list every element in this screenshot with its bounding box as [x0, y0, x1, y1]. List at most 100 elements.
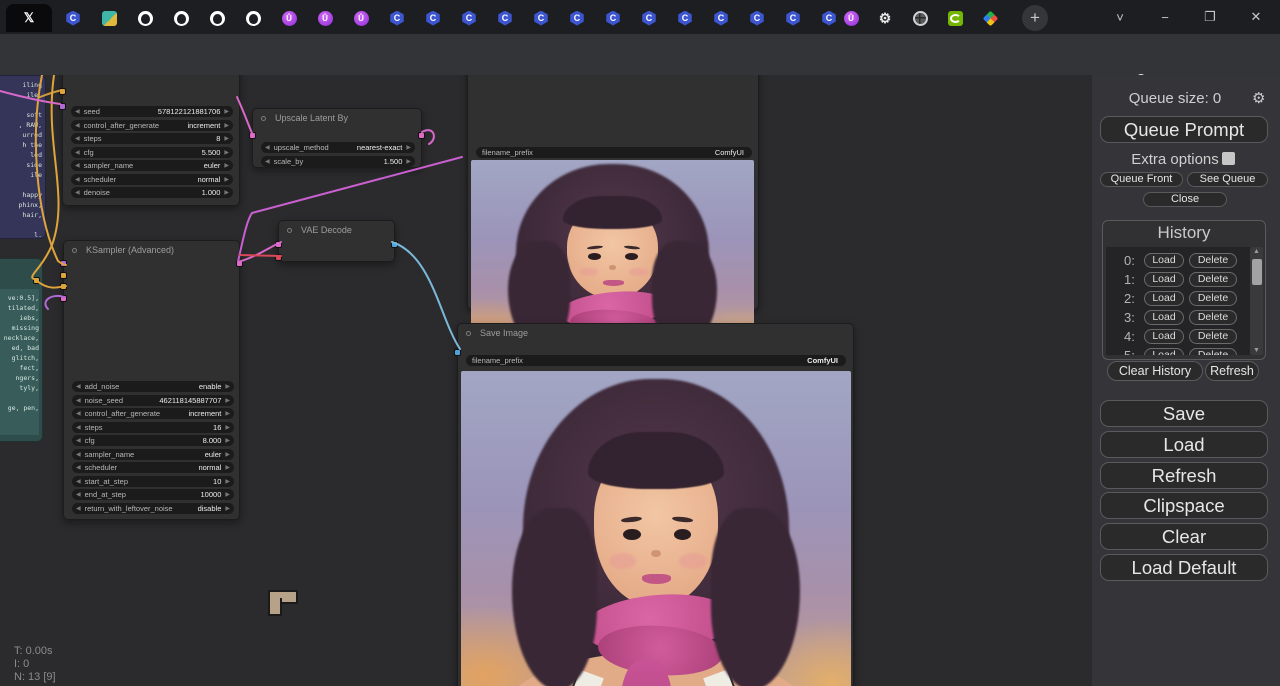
node-clip-text-encode-negative[interactable]: ve:0.5], tilated, iebs, missing necklace…	[0, 258, 43, 442]
history-load-button[interactable]: Load	[1144, 329, 1184, 344]
widget-cfg[interactable]: ◀cfg8.000▶	[72, 435, 234, 446]
tab-globe[interactable]	[903, 4, 937, 32]
node-ksampler[interactable]: ◀seed578122121881706▶ ◀control_after_gen…	[62, 75, 240, 206]
tab-comfyui[interactable]: C	[632, 4, 666, 32]
clipspace-button[interactable]: Clipspace	[1100, 492, 1268, 519]
node-ksampler-advanced[interactable]: KSampler (Advanced) ◀add_noiseenable▶ ◀n…	[63, 240, 240, 520]
widget-control-after-generate[interactable]: ◀control_after_generateincrement▶	[72, 408, 234, 419]
history-delete-button[interactable]: Delete	[1189, 329, 1237, 344]
tab-settings[interactable]: ⚙	[868, 4, 902, 32]
history-load-button[interactable]: Load	[1144, 348, 1184, 355]
widget-cfg[interactable]: ◀cfg5.500▶	[71, 147, 233, 158]
widget-sampler-name[interactable]: ◀sampler_nameeuler▶	[72, 449, 234, 460]
menu-settings-gear-icon[interactable]: ⚙	[1252, 89, 1265, 107]
window-minimize-button[interactable]: −	[1145, 0, 1185, 34]
widget-start-at-step[interactable]: ◀start_at_step10▶	[72, 476, 234, 487]
input-slot-model[interactable]	[60, 260, 67, 267]
input-slot-images[interactable]	[454, 349, 461, 356]
tab-github[interactable]	[128, 4, 162, 32]
node-graph-canvas[interactable]: iling ile, soft , RAW, urred h the led s…	[0, 75, 1092, 686]
window-restore-button[interactable]: ❐	[1190, 0, 1230, 34]
see-queue-button[interactable]: See Queue	[1187, 172, 1268, 187]
clear-history-button[interactable]: Clear History	[1107, 361, 1203, 381]
node-save-image[interactable]: Save Image filename_prefixComfyUI	[457, 323, 854, 686]
browser-menu-chevron[interactable]: ˅	[1100, 0, 1140, 34]
window-close-button[interactable]: ✕	[1236, 0, 1276, 34]
history-delete-button[interactable]: Delete	[1189, 272, 1237, 287]
tab-comfyui[interactable]: C	[56, 4, 90, 32]
input-slot-negative[interactable]	[60, 283, 67, 290]
widget-steps[interactable]: ◀steps16▶	[72, 422, 234, 433]
tab-github[interactable]	[200, 4, 234, 32]
widget-control-after-generate[interactable]: ◀control_after_generateincrement▶	[71, 120, 233, 131]
scroll-down-icon[interactable]: ▼	[1250, 347, 1263, 354]
save-button[interactable]: Save	[1100, 400, 1268, 427]
tab-github[interactable]	[164, 4, 198, 32]
widget-seed[interactable]: ◀seed578122121881706▶	[71, 106, 233, 117]
history-load-button[interactable]: Load	[1144, 291, 1184, 306]
tab-github[interactable]	[236, 4, 270, 32]
widget-filename-prefix[interactable]: filename_prefixComfyUI	[466, 355, 846, 366]
input-slot-latent-image[interactable]	[60, 295, 67, 302]
tab-u-shield[interactable]: Û	[308, 4, 342, 32]
tab-comfyui[interactable]: C	[776, 4, 810, 32]
widget-scheduler[interactable]: ◀schedulernormal▶	[72, 462, 234, 473]
widget-upscale-method[interactable]: ◀upscale_methodnearest-exact▶	[261, 142, 415, 153]
node-save-image-top[interactable]: filename_prefixComfyUI	[467, 75, 759, 310]
widget-steps[interactable]: ◀steps8▶	[71, 133, 233, 144]
tab-comfyui[interactable]: C	[596, 4, 630, 32]
history-delete-button[interactable]: Delete	[1189, 348, 1237, 355]
input-slot[interactable]	[59, 88, 66, 95]
widget-denoise[interactable]: ◀denoise1.000▶	[71, 187, 233, 198]
widget-scale-by[interactable]: ◀scale_by1.500▶	[261, 156, 415, 167]
input-slot-vae[interactable]	[275, 254, 282, 261]
node-upscale-latent-by[interactable]: Upscale Latent By ◀upscale_methodnearest…	[252, 108, 422, 168]
load-button[interactable]: Load	[1100, 431, 1268, 458]
tab-comfyui[interactable]: C	[380, 4, 414, 32]
output-slot-image[interactable]	[391, 241, 398, 248]
tab-comfyui[interactable]: C	[452, 4, 486, 32]
widget-filename-prefix[interactable]: filename_prefixComfyUI	[476, 147, 752, 158]
widget-end-at-step[interactable]: ◀end_at_step10000▶	[72, 489, 234, 500]
clear-button[interactable]: Clear	[1100, 523, 1268, 550]
queue-prompt-button[interactable]: Queue Prompt	[1100, 116, 1268, 143]
history-delete-button[interactable]: Delete	[1189, 253, 1237, 268]
tab-nvidia[interactable]	[938, 4, 972, 32]
history-load-button[interactable]: Load	[1144, 310, 1184, 325]
queue-front-button[interactable]: Queue Front	[1100, 172, 1183, 187]
extra-options-checkbox[interactable]	[1222, 152, 1235, 165]
history-load-button[interactable]: Load	[1144, 272, 1184, 287]
tab-comfyui[interactable]: C	[740, 4, 774, 32]
widget-noise-seed[interactable]: ◀noise_seed462118145887707▶	[72, 395, 234, 406]
scroll-thumb[interactable]	[1252, 259, 1262, 285]
widget-sampler-name[interactable]: ◀sampler_nameeuler▶	[71, 160, 233, 171]
widget-return-with-leftover-noise[interactable]: ◀return_with_leftover_noisedisable▶	[72, 503, 234, 514]
node-clip-text-encode-positive[interactable]: iling ile, soft , RAW, urred h the led s…	[0, 75, 46, 239]
history-refresh-button[interactable]: Refresh	[1205, 361, 1259, 381]
collapsed-group-handle[interactable]	[268, 590, 294, 614]
output-slot-latent[interactable]	[236, 260, 243, 267]
positive-prompt-text[interactable]: iling ile, soft , RAW, urred h the led s…	[0, 80, 42, 239]
input-slot-samples[interactable]	[275, 241, 282, 248]
refresh-button[interactable]: Refresh	[1100, 462, 1268, 489]
tab-u-shield[interactable]: Û	[834, 4, 868, 32]
widget-add-noise[interactable]: ◀add_noiseenable▶	[72, 381, 234, 392]
tab-comfyui[interactable]: C	[488, 4, 522, 32]
input-slot-samples[interactable]	[249, 132, 256, 139]
widget-scheduler[interactable]: ◀schedulernormal▶	[71, 174, 233, 185]
load-default-button[interactable]: Load Default	[1100, 554, 1268, 581]
close-button[interactable]: Close	[1143, 192, 1227, 207]
reroute-slot[interactable]	[33, 277, 40, 284]
tab-comfyui[interactable]: C	[668, 4, 702, 32]
tab-color-marker[interactable]	[973, 4, 1007, 32]
negative-prompt-text[interactable]: ve:0.5], tilated, iebs, missing necklace…	[0, 293, 39, 413]
tab-comfyui[interactable]: C	[560, 4, 594, 32]
tab-u-shield[interactable]: Û	[272, 4, 306, 32]
history-delete-button[interactable]: Delete	[1189, 291, 1237, 306]
tab-comfyui[interactable]: C	[524, 4, 558, 32]
tab-comfyui[interactable]: C	[416, 4, 450, 32]
node-vae-decode[interactable]: VAE Decode	[278, 220, 395, 262]
new-tab-button[interactable]: +	[1022, 5, 1048, 31]
tab-x-active[interactable]: 𝕏	[6, 4, 52, 32]
scroll-up-icon[interactable]: ▲	[1250, 248, 1263, 255]
